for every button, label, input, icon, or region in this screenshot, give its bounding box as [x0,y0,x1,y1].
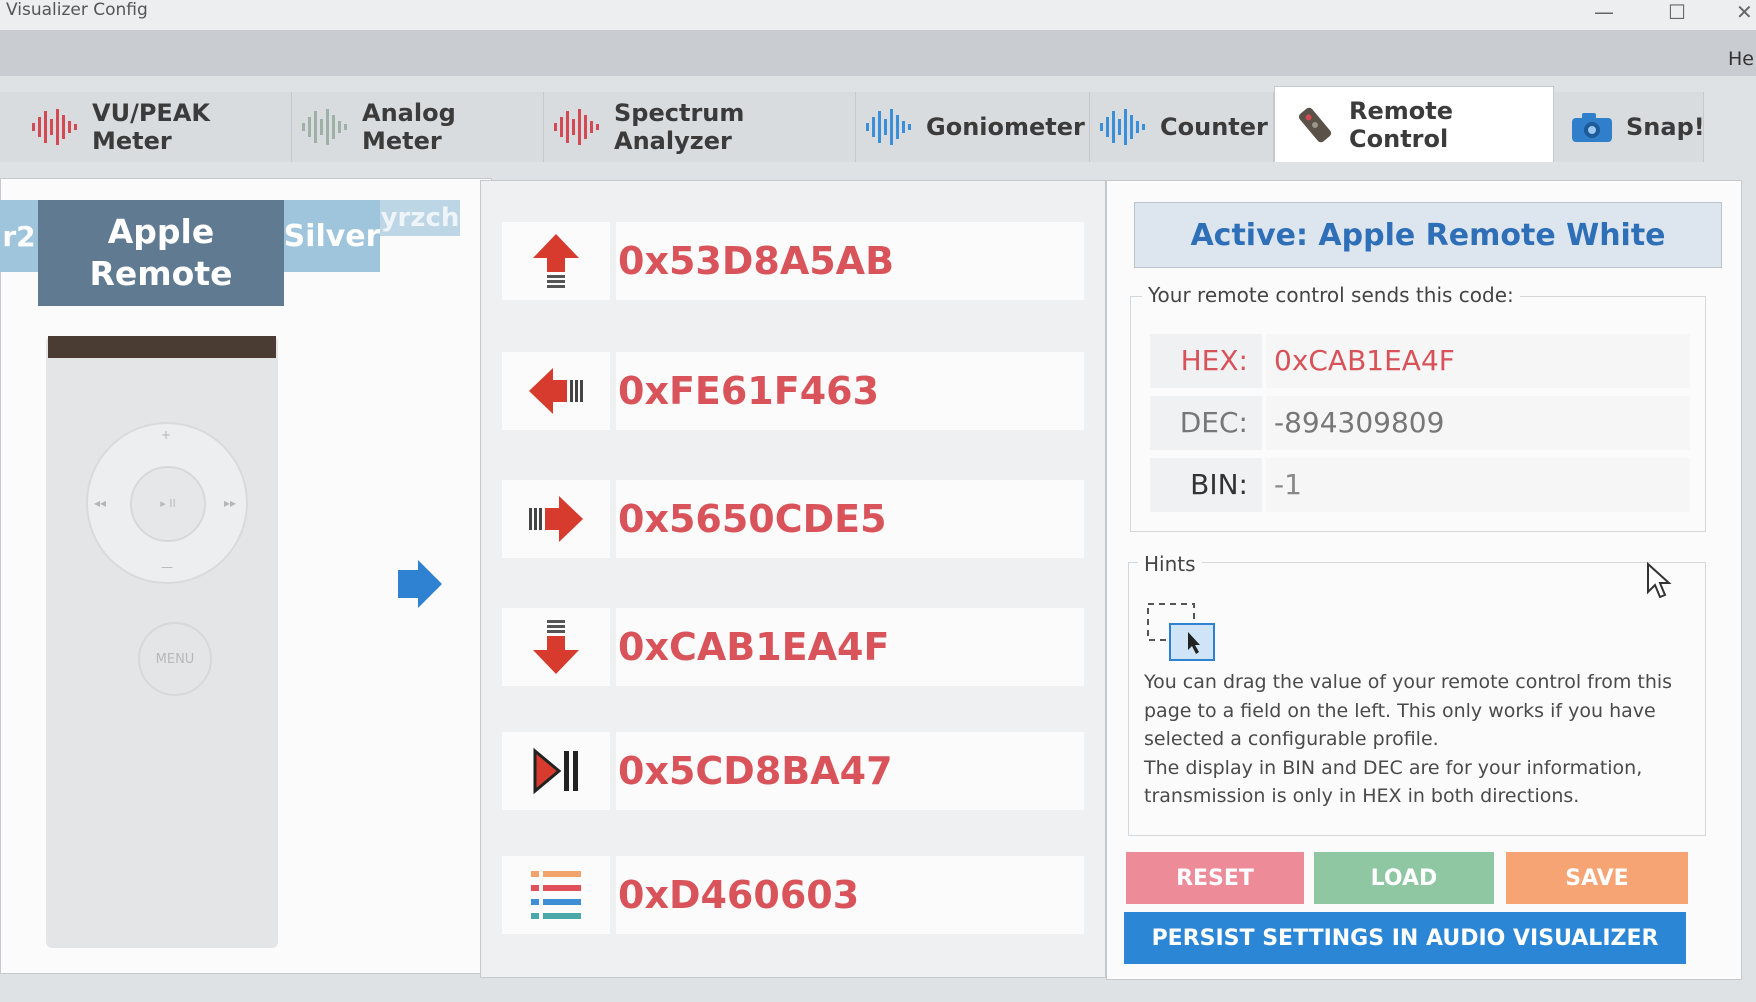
code-group-legend: Your remote control sends this code: [1142,283,1520,307]
tab-spectrum-analyzer[interactable]: Spectrum Analyzer [544,92,856,162]
tab-label: Snap! [1626,113,1705,141]
tab-label: Analog Meter [362,99,456,155]
code-row-icon-cell [502,608,610,686]
title-bar: Visualizer Config — ☐ ✕ [0,0,1756,30]
save-button[interactable]: SAVE [1506,852,1688,904]
remote-image: + — ◂◂ ▸▸ ▸ II MENU [46,336,278,948]
tab-counter[interactable]: Counter [1090,92,1274,162]
code-row-left[interactable]: 0xFE61F463 [502,352,1084,430]
profile-selected[interactable]: Apple Remote [38,200,284,306]
hints-text: You can drag the value of your remote co… [1144,668,1684,811]
waveform-icon [866,109,911,145]
arrow-right-icon [529,496,583,542]
minimize-button[interactable]: — [1594,0,1614,24]
menu-bar: He [0,30,1756,76]
hint-line: You can drag the value of your remote co… [1144,671,1673,693]
dec-label: DEC: [1150,396,1262,450]
profile-prev[interactable]: r2 [0,200,38,272]
bin-value: -1 [1266,458,1690,512]
window-title: Visualizer Config [6,0,148,20]
code-value[interactable]: 0x5CD8BA47 [616,732,1084,810]
waveform-icon [1100,109,1145,145]
arrow-right-icon [398,560,442,608]
bin-row: BIN: -1 [1150,458,1690,512]
prev-label: ◂◂ [94,496,107,510]
code-row-icon-cell [502,222,610,300]
tab-goniometer[interactable]: Goniometer [856,92,1090,162]
dec-row: DEC: -894309809 [1150,396,1690,450]
tab-vu-peak-meter[interactable]: VU/PEAK Meter [0,92,292,162]
code-row-up[interactable]: 0x53D8A5AB [502,222,1084,300]
hint-line: transmission is only in HEX in both dire… [1144,785,1580,807]
menu-help[interactable]: He [1728,48,1754,70]
tab-snap[interactable]: Snap! [1554,92,1705,162]
waveform-icon [302,109,347,145]
hint-line: The display in BIN and DEC are for your … [1144,756,1643,779]
tab-label: Counter [1160,113,1268,141]
code-row-icon-cell [502,480,610,558]
remote-icon [1298,107,1332,142]
dec-value: -894309809 [1266,396,1690,450]
code-row-menu[interactable]: 0xD460603 [502,856,1084,934]
close-button[interactable]: ✕ [1736,0,1753,24]
code-row-right[interactable]: 0x5650CDE5 [502,480,1084,558]
hex-value[interactable]: 0xCAB1EA4F [1266,334,1690,388]
code-row-icon-cell [502,352,610,430]
code-value[interactable]: 0x5650CDE5 [616,480,1084,558]
minus-label: — [161,560,173,574]
camera-icon [1572,113,1612,142]
mouse-cursor-icon [1647,562,1672,599]
remote-menu-button: MENU [138,622,212,696]
profile-next-2[interactable]: yrzch [380,200,460,236]
code-row-icon-cell [502,732,610,810]
tab-remote-control[interactable]: Remote Control [1274,86,1554,162]
waveform-icon [554,109,599,145]
remote-top-bar [48,336,276,358]
plus-label: + [161,428,172,442]
bin-label: BIN: [1150,458,1262,512]
arrow-up-icon [533,234,579,288]
hex-row: HEX: 0xCAB1EA4F [1150,334,1690,388]
code-row-icon-cell [502,856,610,934]
menu-list-icon [531,871,581,919]
reset-button[interactable]: RESET [1126,852,1304,904]
play-pause-icon [533,747,578,795]
load-button[interactable]: LOAD [1314,852,1494,904]
arrow-left-icon [529,368,583,414]
profile-next[interactable]: Silver [284,200,380,272]
hint-line: selected a configurable profile. [1144,728,1439,750]
tab-label: Spectrum Analyzer [614,99,745,155]
tab-label: Remote Control [1349,96,1454,153]
remote-wheel: + — ◂◂ ▸▸ ▸ II [86,422,248,584]
tab-analog-meter[interactable]: Analog Meter [292,92,544,162]
code-value[interactable]: 0xD460603 [616,856,1084,934]
hints-legend: Hints [1138,552,1202,576]
code-value[interactable]: 0xCAB1EA4F [616,608,1084,686]
code-row-down[interactable]: 0xCAB1EA4F [502,608,1084,686]
maximize-button[interactable]: ☐ [1668,0,1686,24]
tab-label: VU/PEAK Meter [92,99,210,155]
code-value[interactable]: 0xFE61F463 [616,352,1084,430]
code-row-play-pause[interactable]: 0x5CD8BA47 [502,732,1084,810]
persist-settings-button[interactable]: PERSIST SETTINGS IN AUDIO VISUALIZER [1124,912,1686,964]
waveform-icon [32,109,77,145]
tab-strip: VU/PEAK Meter Analog Meter Spectrum Anal… [0,86,1756,162]
next-label: ▸▸ [224,496,237,510]
arrow-down-icon [533,620,579,674]
code-value[interactable]: 0x53D8A5AB [616,222,1084,300]
hex-label: HEX: [1150,334,1262,388]
remote-center-button: ▸ II [130,466,206,542]
tab-label: Goniometer [926,113,1085,141]
drag-drop-icon [1147,603,1215,661]
active-profile-title: Active: Apple Remote White [1134,202,1722,268]
hint-line: page to a field on the left. This only w… [1144,699,1656,722]
